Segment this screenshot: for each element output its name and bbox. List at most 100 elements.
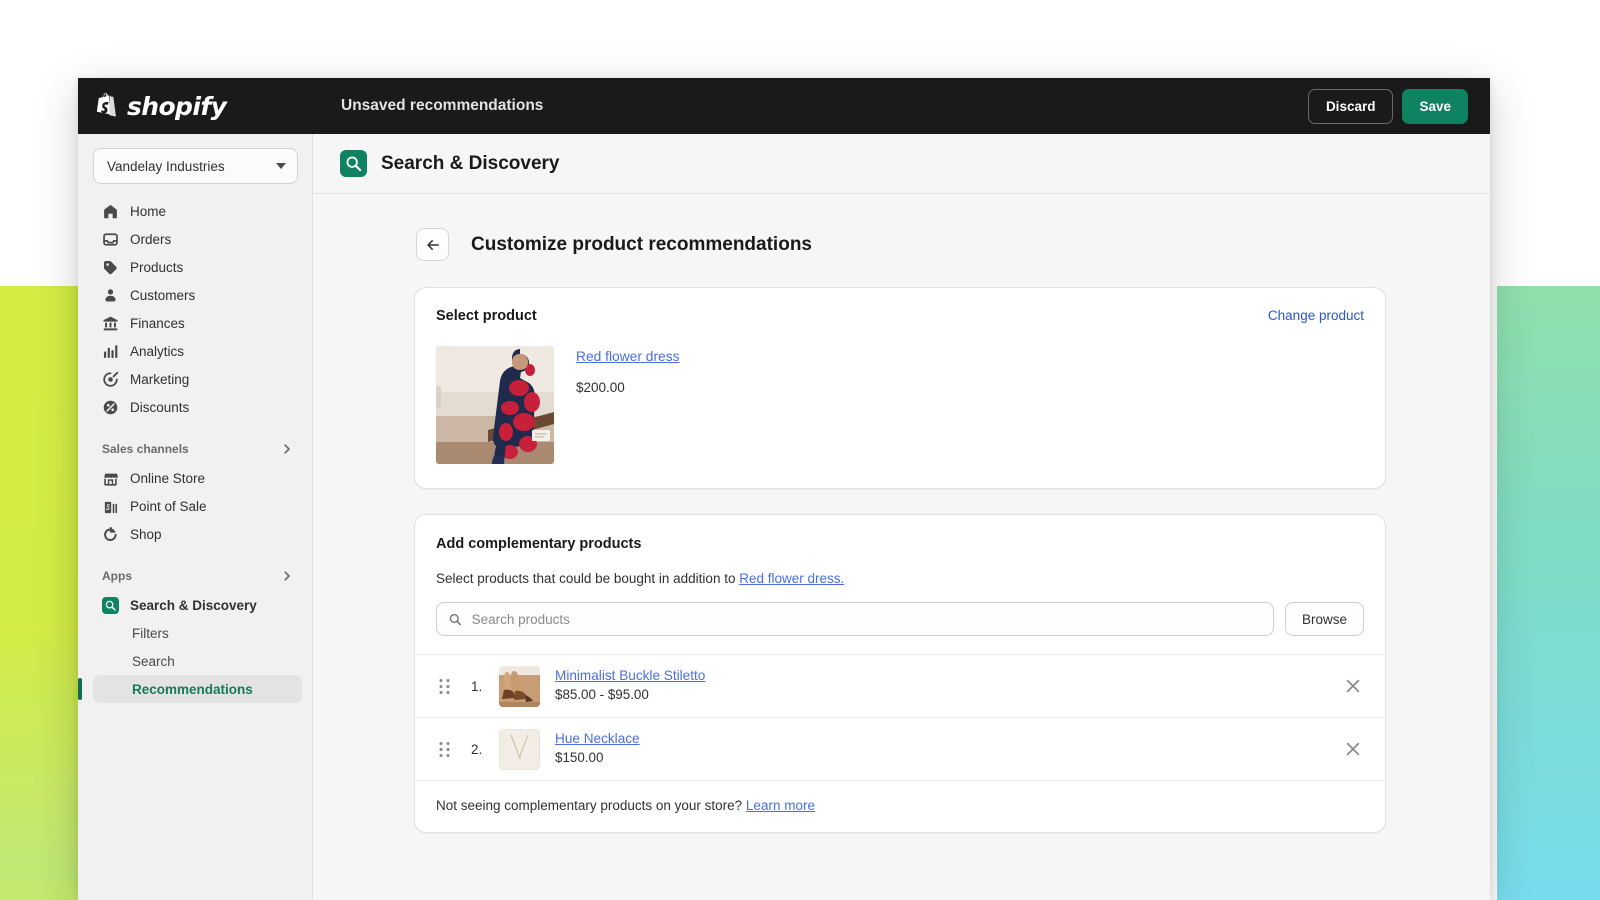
complementary-card-footer: Not seeing complementary products on you… (415, 780, 1385, 832)
sales-channels-section-header[interactable]: Sales channels (93, 436, 302, 462)
shopify-bag-icon (95, 92, 120, 120)
sidebar-item-home[interactable]: Home (93, 197, 302, 225)
analytics-bars-icon (102, 343, 119, 360)
storefront-icon (102, 470, 119, 487)
sidebar-item-label: Online Store (130, 471, 205, 486)
sidebar-item-label: Discounts (130, 400, 189, 415)
sidebar-item-label: Search (132, 654, 175, 669)
sidebar-item-label: Point of Sale (130, 499, 207, 514)
product-name-link[interactable]: Red flower dress (576, 349, 680, 364)
product-search-row: Browse (436, 602, 1364, 636)
row-thumbnail (499, 729, 540, 770)
page-body: Customize product recommendations Select… (313, 194, 1490, 833)
shopify-admin-window: shopify Unsaved recommendations Discard … (78, 78, 1490, 900)
hue-necklace-image (499, 729, 540, 770)
row-index: 2. (471, 742, 499, 757)
close-icon (1346, 679, 1360, 693)
footer-prefix: Not seeing complementary products on you… (436, 798, 746, 813)
arrow-left-icon (425, 237, 441, 253)
sidebar-item-label: Marketing (130, 372, 189, 387)
active-indicator-bar (78, 678, 82, 700)
helper-product-link[interactable]: Red flower dress. (739, 571, 844, 586)
row-details: Minimalist Buckle Stiletto $85.00 - $95.… (555, 668, 1342, 704)
drag-handle-icon[interactable] (433, 741, 455, 758)
close-icon (1346, 742, 1360, 756)
sidebar-item-finances[interactable]: Finances (93, 309, 302, 337)
chevron-right-icon (281, 570, 293, 582)
search-icon (448, 612, 463, 627)
back-button[interactable] (416, 228, 449, 261)
change-product-link[interactable]: Change product (1268, 308, 1364, 323)
complementary-products-list: 1. (415, 654, 1385, 780)
main-content: Search & Discovery Customize product rec… (313, 134, 1490, 900)
sidebar-item-search-and-discovery[interactable]: Search & Discovery (93, 591, 302, 619)
complementary-products-card: Add complementary products Select produc… (414, 514, 1386, 833)
row-details: Hue Necklace $150.00 (555, 731, 1342, 767)
top-save-bar: shopify Unsaved recommendations Discard … (78, 78, 1490, 134)
helper-prefix: Select products that could be bought in … (436, 571, 739, 586)
chevron-right-icon (281, 443, 293, 455)
sidebar-item-label: Analytics (130, 344, 184, 359)
remove-item-button[interactable] (1342, 738, 1364, 760)
store-name-label: Vandelay Industries (107, 159, 225, 174)
sidebar-item-analytics[interactable]: Analytics (93, 337, 302, 365)
complementary-helper-text: Select products that could be bought in … (436, 571, 1364, 586)
sidebar-item-filters[interactable]: Filters (93, 619, 302, 647)
select-product-card: Select product Change product (414, 287, 1386, 489)
complementary-card-header: Add complementary products (415, 515, 1385, 553)
drag-handle-icon[interactable] (433, 678, 455, 695)
sidebar-item-label: Products (130, 260, 183, 275)
save-bar-actions: Discard Save (1308, 78, 1468, 134)
sidebar-item-recommendations[interactable]: Recommendations (93, 675, 302, 703)
product-price: $200.00 (576, 380, 680, 395)
sidebar-item-label: Recommendations (132, 682, 253, 697)
sidebar-item-customers[interactable]: Customers (93, 281, 302, 309)
sidebar-item-label: Search & Discovery (130, 598, 257, 613)
shopify-logo[interactable]: shopify (95, 92, 313, 121)
row-index: 1. (471, 679, 499, 694)
select-product-card-header: Select product Change product (415, 288, 1385, 324)
marketing-target-icon (102, 371, 119, 388)
discounts-percent-icon (102, 399, 119, 416)
sidebar-item-shop[interactable]: Shop (93, 520, 302, 548)
save-button[interactable]: Save (1402, 89, 1468, 124)
save-bar-title: Unsaved recommendations (341, 97, 543, 115)
stiletto-heels-image (499, 666, 540, 707)
learn-more-link[interactable]: Learn more (746, 798, 815, 813)
sidebar-item-discounts[interactable]: Discounts (93, 393, 302, 421)
remove-item-button[interactable] (1342, 675, 1364, 697)
selected-product-row: Red flower dress $200.00 (415, 324, 1385, 488)
apps-section-header[interactable]: Apps (93, 563, 302, 589)
app-header-title: Search & Discovery (381, 153, 560, 175)
search-discovery-app-icon (102, 597, 119, 614)
sidebar-item-orders[interactable]: Orders (93, 225, 302, 253)
store-switcher[interactable]: Vandelay Industries (93, 148, 298, 184)
sidebar-item-marketing[interactable]: Marketing (93, 365, 302, 393)
sidebar-item-search[interactable]: Search (93, 647, 302, 675)
row-price: $85.00 - $95.00 (555, 687, 649, 702)
shop-icon (102, 526, 119, 543)
complementary-title: Add complementary products (436, 536, 641, 552)
row-product-link[interactable]: Minimalist Buckle Stiletto (555, 668, 1342, 683)
row-price: $150.00 (555, 750, 603, 765)
discard-button[interactable]: Discard (1308, 89, 1394, 124)
sidebar-item-products[interactable]: Products (93, 253, 302, 281)
table-row[interactable]: 2. Hue Necklace $150.00 (415, 717, 1385, 780)
search-products-field[interactable] (436, 602, 1274, 636)
shopify-wordmark: shopify (127, 92, 226, 121)
customers-person-icon (102, 287, 119, 304)
row-thumbnail (499, 666, 540, 707)
sidebar-item-online-store[interactable]: Online Store (93, 464, 302, 492)
red-floral-dress-image (436, 346, 554, 464)
pos-icon (102, 498, 119, 515)
browse-button[interactable]: Browse (1285, 602, 1364, 636)
sidebar-item-label: Orders (130, 232, 171, 247)
row-product-link[interactable]: Hue Necklace (555, 731, 1342, 746)
sidebar-item-label: Customers (130, 288, 195, 303)
search-input[interactable] (472, 612, 1262, 627)
sidebar-item-label: Filters (132, 626, 169, 641)
sidebar-item-point-of-sale[interactable]: Point of Sale (93, 492, 302, 520)
search-discovery-app-icon (340, 150, 367, 177)
table-row[interactable]: 1. (415, 654, 1385, 717)
sidebar-item-label: Finances (130, 316, 185, 331)
